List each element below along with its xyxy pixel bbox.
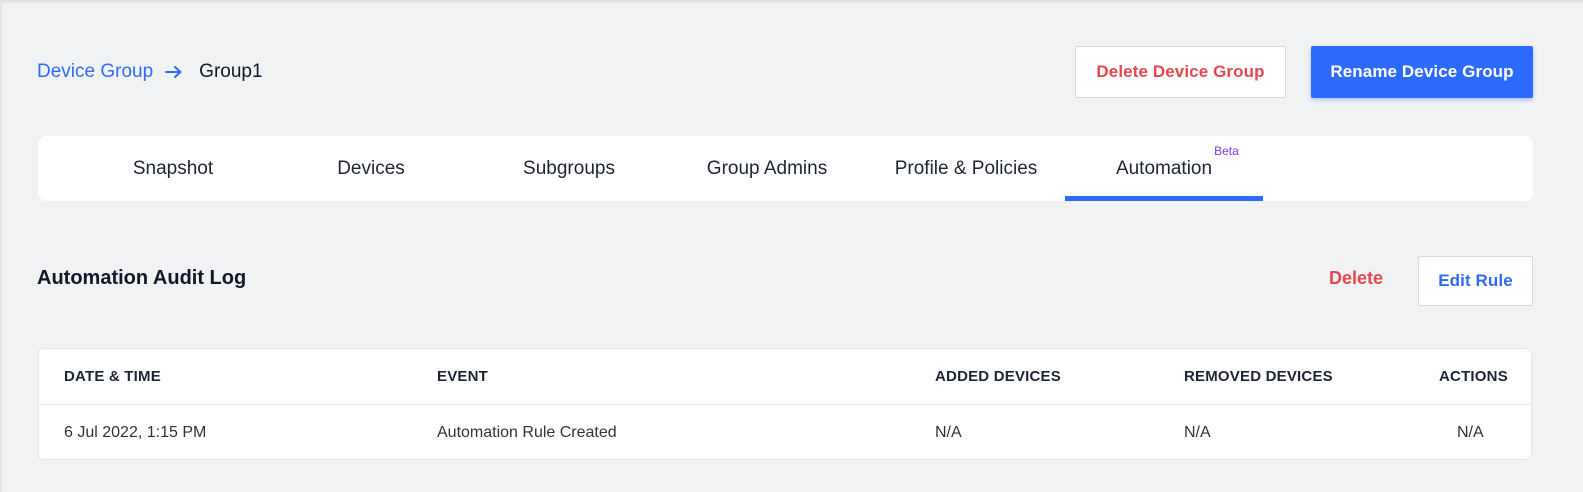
arrow-right-icon [165, 65, 183, 79]
column-header-removed-devices: REMOVED DEVICES [1184, 368, 1333, 385]
tab-snapshot[interactable]: Snapshot [74, 136, 272, 201]
cell-actions: N/A [1457, 423, 1484, 441]
cell-event: Automation Rule Created [437, 423, 617, 441]
table-row: 6 Jul 2022, 1:15 PM Automation Rule Crea… [39, 405, 1531, 460]
audit-log-table: DATE & TIME EVENT ADDED DEVICES REMOVED … [38, 348, 1532, 460]
cell-removed-devices: N/A [1184, 423, 1211, 441]
breadcrumb-current: Group1 [199, 61, 263, 82]
column-header-date-time: DATE & TIME [64, 368, 161, 385]
tab-profile-policies[interactable]: Profile & Policies [867, 136, 1065, 201]
beta-badge: Beta [1214, 143, 1239, 158]
delete-device-group-button[interactable]: Delete Device Group [1075, 46, 1286, 98]
tab-bar: Snapshot Devices Subgroups Group Admins … [38, 136, 1533, 201]
rename-device-group-button[interactable]: Rename Device Group [1311, 46, 1533, 98]
delete-rule-button[interactable]: Delete [1329, 268, 1383, 289]
column-header-actions: ACTIONS [1439, 368, 1508, 385]
top-shadow [0, 0, 1583, 4]
section-title: Automation Audit Log [37, 267, 247, 289]
column-header-event: EVENT [437, 368, 489, 385]
active-tab-indicator [1065, 196, 1263, 201]
left-edge [0, 0, 2, 492]
tab-devices[interactable]: Devices [272, 136, 470, 201]
tab-label: Snapshot [132, 157, 214, 179]
tab-group-admins[interactable]: Group Admins [668, 136, 866, 201]
breadcrumb: Device Group Group1 [37, 58, 263, 86]
edit-rule-button[interactable]: Edit Rule [1418, 256, 1533, 306]
table-header: DATE & TIME EVENT ADDED DEVICES REMOVED … [39, 349, 1531, 405]
tab-subgroups[interactable]: Subgroups [470, 136, 668, 201]
cell-date-time: 6 Jul 2022, 1:15 PM [64, 423, 207, 441]
tab-automation[interactable]: Automation Beta [1065, 136, 1263, 201]
tab-label: Group Admins [706, 157, 828, 179]
tab-label: Profile & Policies [894, 157, 1038, 179]
cell-added-devices: N/A [935, 423, 962, 441]
breadcrumb-device-group-link[interactable]: Device Group [37, 61, 153, 83]
tab-label: Devices [337, 157, 405, 179]
column-header-added-devices: ADDED DEVICES [935, 368, 1061, 385]
tab-label: Subgroups [523, 157, 615, 179]
tab-automation-label: Automation [1115, 157, 1213, 179]
tab-label: Automation Beta [1115, 144, 1239, 180]
